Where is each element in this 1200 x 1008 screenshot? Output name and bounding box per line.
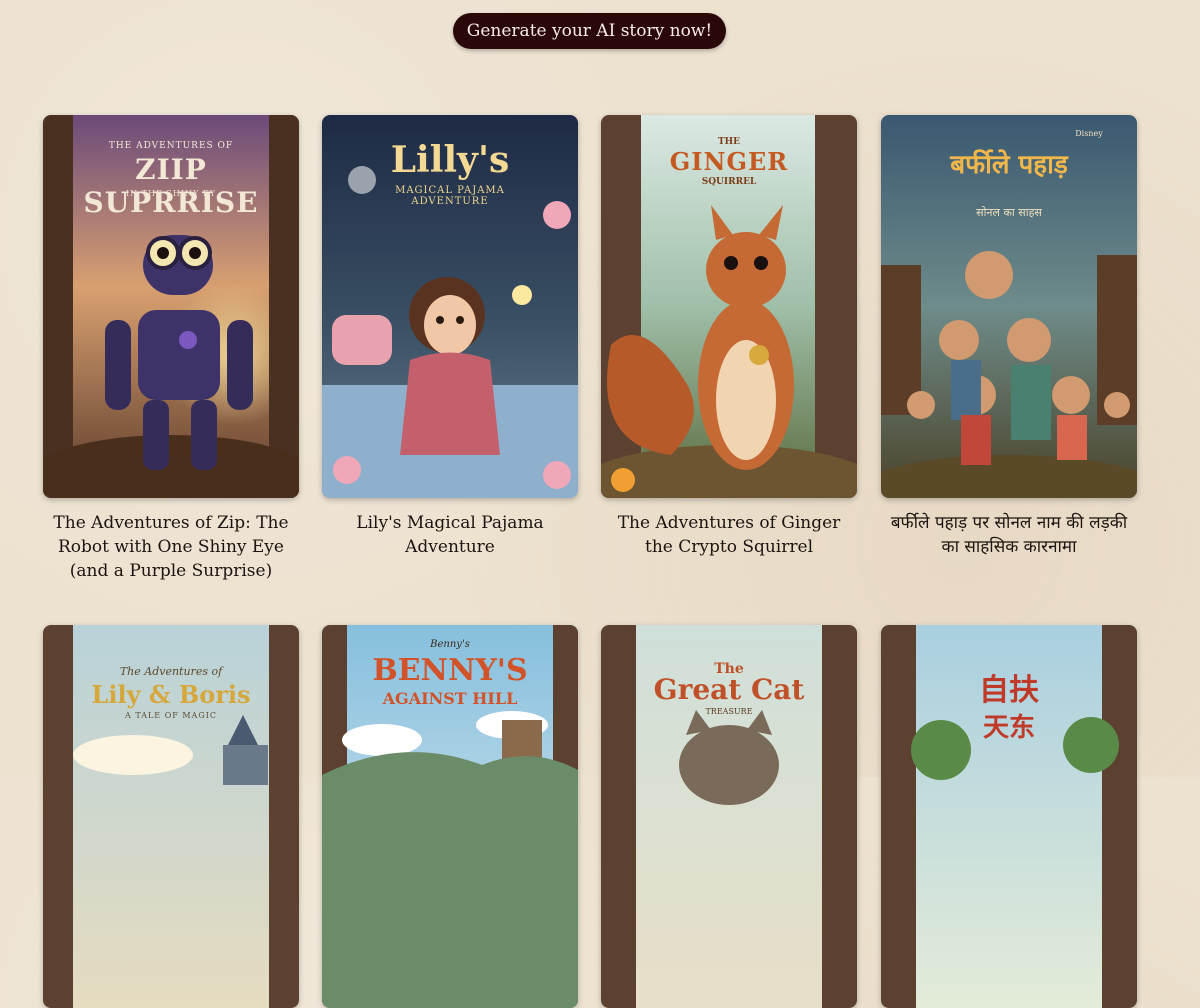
cover-kicker: THE ADVENTURES OF — [108, 141, 234, 151]
book-card-great-cat[interactable]: The Great Cat TREASURE — [601, 625, 857, 1008]
cover-subtitle: SQUIRREL — [701, 177, 757, 187]
cover-subtitle: TREASURE — [705, 707, 753, 716]
book-cover-lily-boris[interactable]: The Adventures of Lily & Boris A TALE OF… — [43, 625, 299, 1008]
cover-title: ZIIP SUPRRISE — [83, 153, 259, 219]
cover-kicker: THE — [717, 137, 741, 147]
book-cover-benny[interactable]: Benny's BENNY'S AGAINST HILL — [322, 625, 578, 1008]
cover-subtitle: IN THE SHINY EY — [126, 189, 216, 198]
cover-title: 自扶 — [979, 673, 1039, 708]
book-cover-zip[interactable]: THE ADVENTURES OF ZIIP SUPRRISE IN THE S… — [43, 115, 299, 498]
book-card-zip[interactable]: THE ADVENTURES OF ZIIP SUPRRISE IN THE S… — [43, 115, 299, 583]
cover-title: Lily & Boris — [91, 680, 251, 709]
cover-title: Lilly's — [390, 139, 510, 181]
book-title[interactable]: The Adventures of Zip: The Robot with On… — [43, 511, 299, 583]
cover-subtitle: MAGICAL PAJAMA ADVENTURE — [395, 185, 505, 207]
cover-subtitle: सोनल का साहस — [976, 206, 1042, 219]
book-card-benny[interactable]: Benny's BENNY'S AGAINST HILL — [322, 625, 578, 1008]
cover-kicker: Disney — [1075, 129, 1103, 138]
book-cover-chinese[interactable]: 自扶 天东 — [881, 625, 1137, 1008]
book-cover-ginger[interactable]: THE GINGER SQUIRREL — [601, 115, 857, 498]
cover-title: Great Cat — [653, 673, 805, 706]
book-title[interactable]: The Adventures of Ginger the Crypto Squi… — [601, 511, 857, 559]
cover-kicker: The Adventures of — [119, 665, 223, 678]
cover-title: BENNY'S — [372, 653, 528, 688]
book-card-chinese[interactable]: 自扶 天东 — [881, 625, 1137, 1008]
generate-story-button[interactable]: Generate your AI story now! — [453, 13, 726, 49]
book-cover-great-cat[interactable]: The Great Cat TREASURE — [601, 625, 857, 1008]
book-card-lily-boris[interactable]: The Adventures of Lily & Boris A TALE OF… — [43, 625, 299, 1008]
book-title[interactable]: बर्फीले पहाड़ पर सोनल नाम की लड़की का सा… — [881, 511, 1137, 559]
book-cover-sonal[interactable]: Disney बर्फीले पहाड़ सोनल का साहस — [881, 115, 1137, 498]
book-card-ginger[interactable]: THE GINGER SQUIRREL The Adventures of Gi… — [601, 115, 857, 559]
cover-title: GINGER — [669, 147, 789, 176]
cover-subtitle: A TALE OF MAGIC — [125, 711, 217, 720]
book-cover-lily-pajama[interactable]: Lilly's MAGICAL PAJAMA ADVENTURE — [322, 115, 578, 498]
book-title[interactable]: Lily's Magical Pajama Adventure — [322, 511, 578, 559]
cover-title: बर्फीले पहाड़ — [950, 150, 1068, 180]
cover-kicker: Benny's — [430, 639, 470, 650]
book-card-lily-pajama[interactable]: Lilly's MAGICAL PAJAMA ADVENTURE Lily's … — [322, 115, 578, 559]
cover-subtitle: 天东 — [982, 713, 1035, 743]
cover-subtitle: AGAINST HILL — [382, 689, 518, 708]
book-card-sonal[interactable]: Disney बर्फीले पहाड़ सोनल का साहस बर्फील… — [881, 115, 1137, 559]
